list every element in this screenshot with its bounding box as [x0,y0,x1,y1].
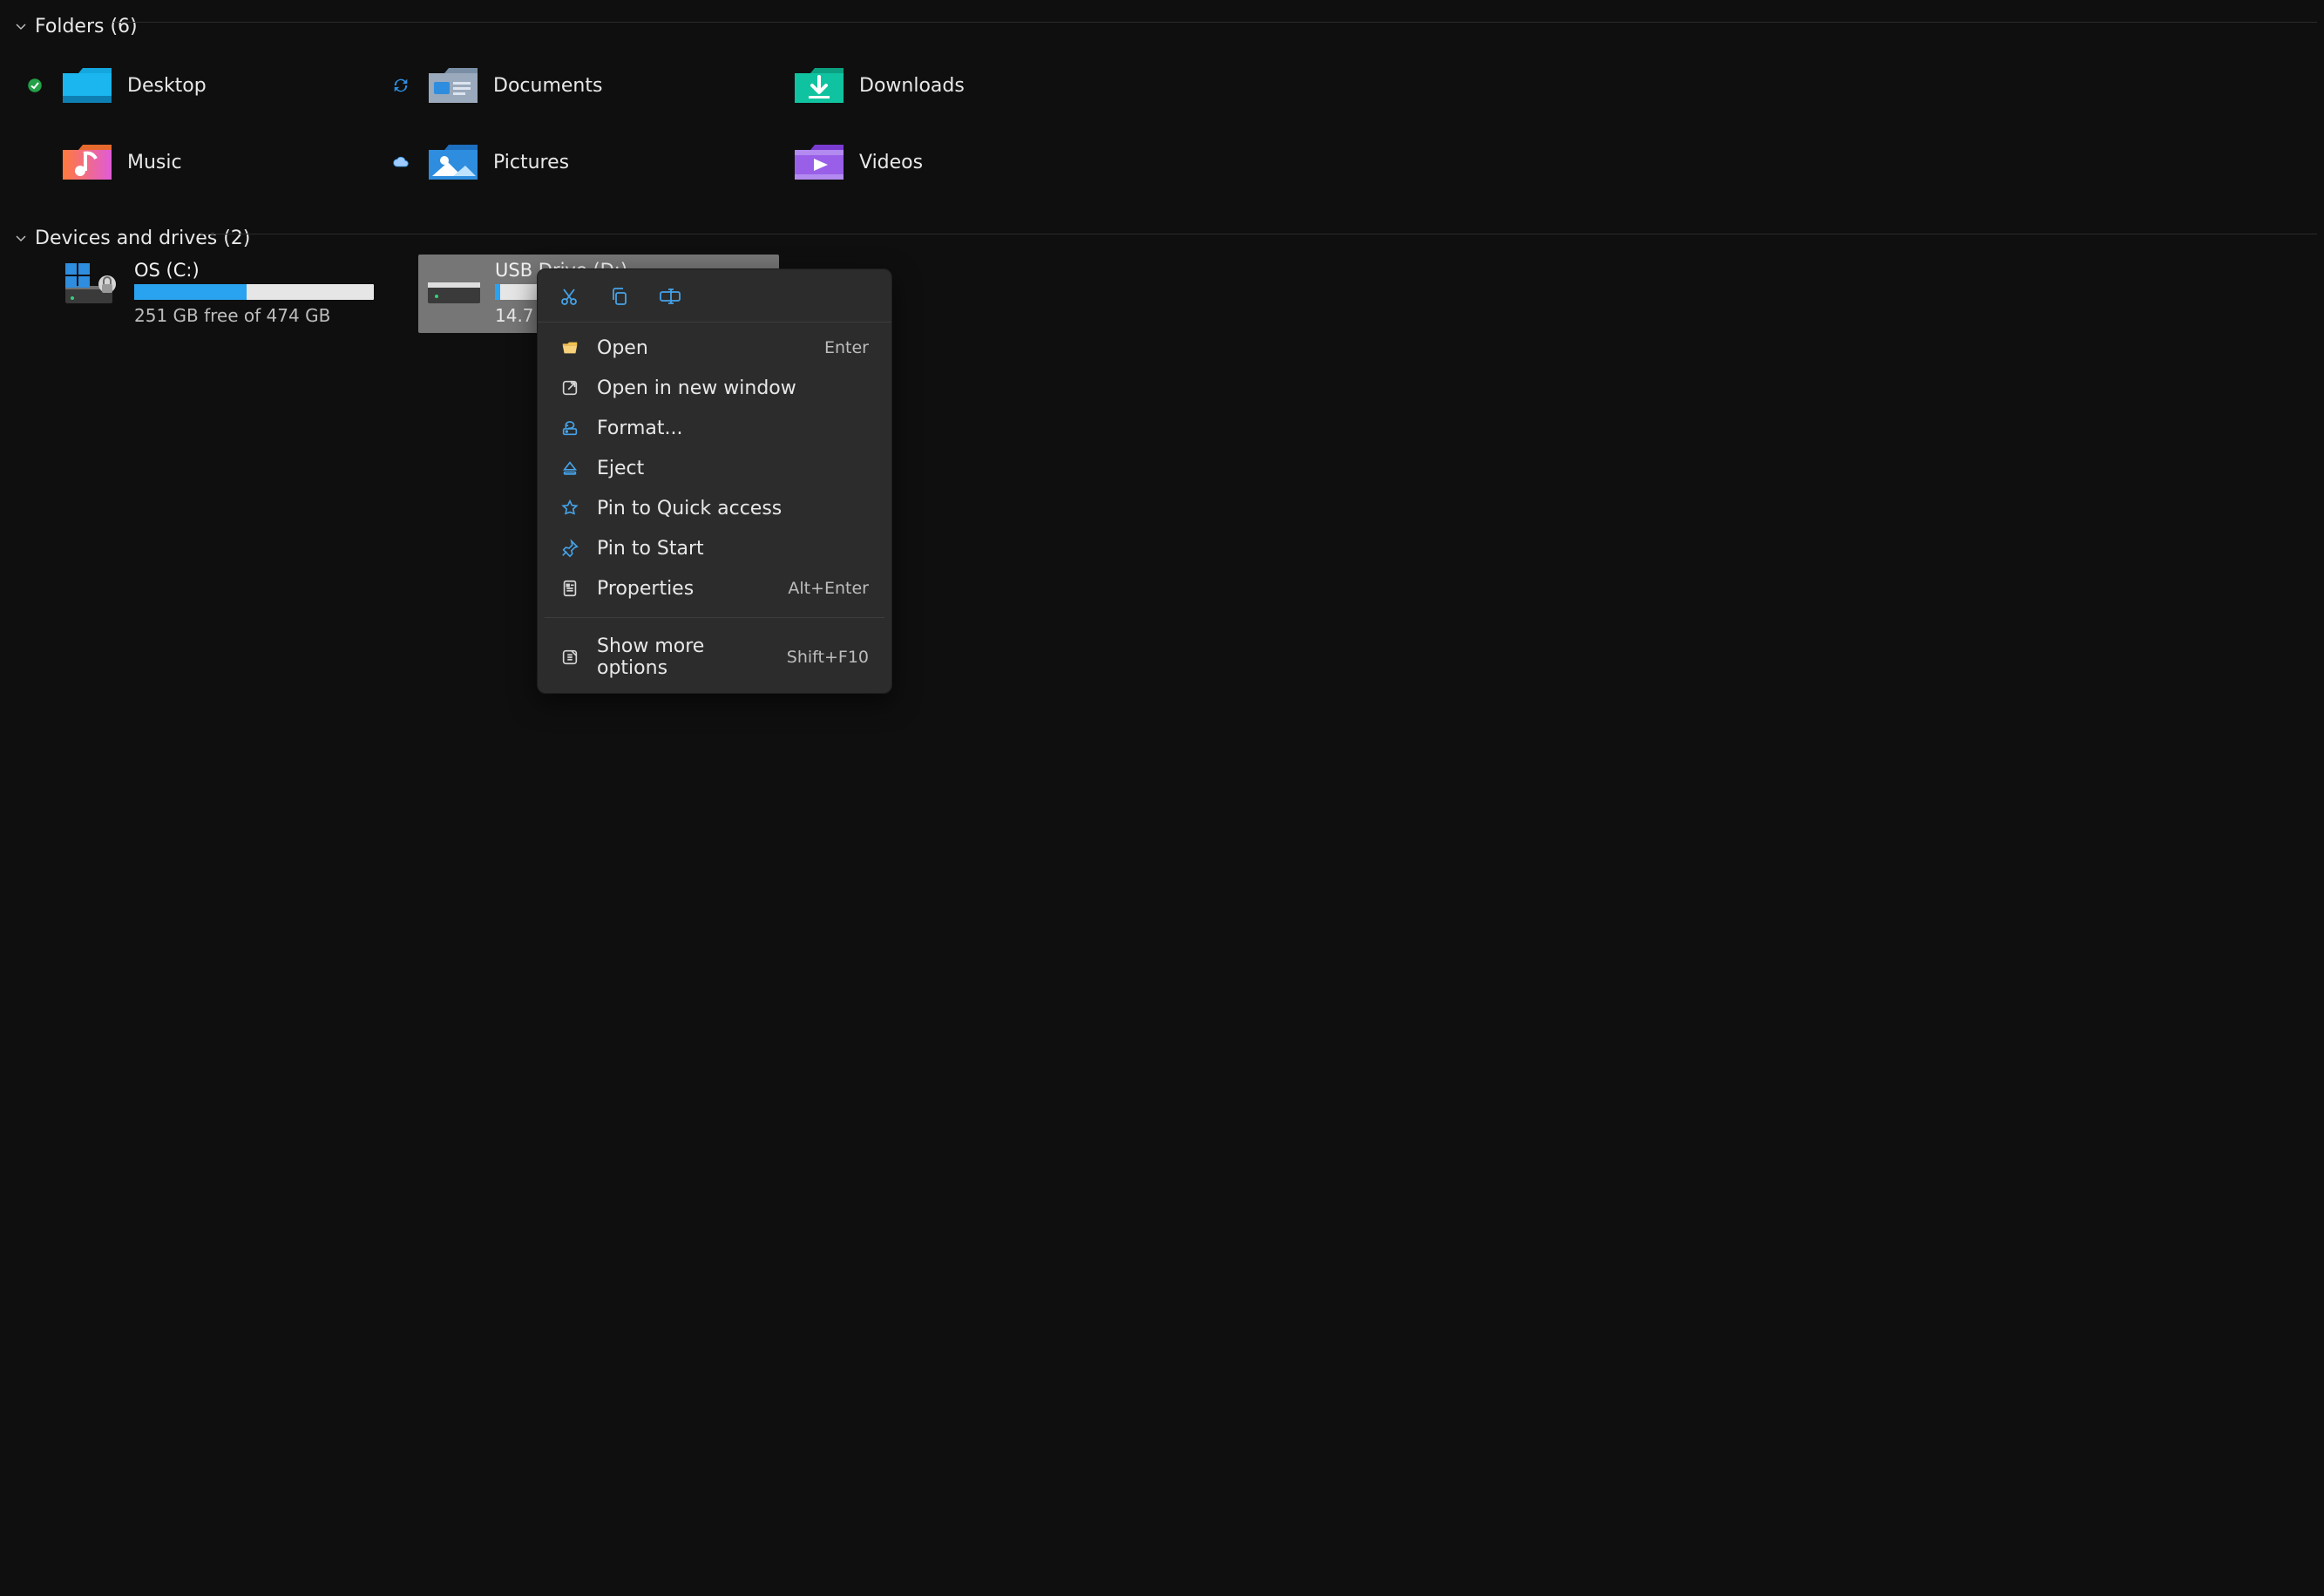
section-title: Folders (6) [35,16,138,37]
drive-title: OS (C:) [134,260,408,281]
music-folder-icon [61,140,113,184]
section-header-drives[interactable]: Devices and drives (2) [0,212,2324,255]
pictures-folder-icon [427,140,479,184]
cut-button[interactable] [553,282,585,311]
folder-label: Downloads [859,75,965,97]
context-menu-iconbar [538,269,891,323]
menu-label: Show more options [597,635,771,679]
folder-item-videos[interactable]: Videos [751,139,1117,186]
pin-icon [559,537,581,560]
menu-accel: Enter [824,338,869,357]
chevron-down-icon [16,234,26,244]
menu-item-properties[interactable]: Properties Alt+Enter [545,568,884,608]
rename-button[interactable] [654,282,686,311]
copy-button[interactable] [604,282,635,311]
section-title: Devices and drives (2) [35,228,250,249]
menu-item-format[interactable]: Format... [545,408,884,448]
menu-label: Open in new window [597,377,853,399]
folder-item-desktop[interactable]: Desktop [19,62,385,109]
folder-label: Music [127,152,182,173]
star-icon [559,497,581,520]
folder-label: Videos [859,152,923,173]
documents-folder-icon [427,64,479,107]
drives-row: OS (C:) 251 GB free of 474 GB USB Drive … [0,255,2324,333]
drive-item-c[interactable]: OS (C:) 251 GB free of 474 GB [58,255,418,333]
capacity-bar [134,284,374,300]
folder-label: Desktop [127,75,207,97]
menu-label: Open [597,337,809,359]
syncing-icon [391,76,410,95]
menu-accel: Alt+Enter [788,579,869,598]
menu-label: Eject [597,458,853,479]
divider [113,22,2317,23]
menu-item-show-more-options[interactable]: Show more options Shift+F10 [545,627,884,688]
menu-label: Properties [597,578,772,600]
menu-item-pin-quick-access[interactable]: Pin to Quick access [545,488,884,528]
folder-item-documents[interactable]: Documents [385,62,751,109]
divider [545,617,884,618]
folder-label: Documents [493,75,602,97]
format-drive-icon [559,417,581,439]
folder-item-pictures[interactable]: Pictures [385,139,751,186]
folder-item-music[interactable]: Music [19,139,385,186]
menu-item-eject[interactable]: Eject [545,448,884,488]
eject-icon [559,457,581,479]
folder-label: Pictures [493,152,569,173]
drive-subtext: 251 GB free of 474 GB [134,305,408,326]
properties-icon [559,577,581,600]
usb-drive-icon [423,260,484,307]
cloud-icon [392,156,410,168]
folder-item-downloads[interactable]: Downloads [751,62,1117,109]
folder-open-icon [559,336,581,359]
menu-label: Format... [597,418,853,439]
menu-item-pin-to-start[interactable]: Pin to Start [545,528,884,568]
context-menu: Open Enter Open in new window Format... … [537,268,892,694]
menu-label: Pin to Quick access [597,498,853,520]
more-options-icon [559,646,581,669]
chevron-down-icon [16,22,26,32]
downloads-folder-icon [793,64,845,107]
section-header-folders[interactable]: Folders (6) [0,0,2324,43]
synced-check-icon [26,77,44,94]
open-external-icon [559,377,581,399]
os-drive-icon [63,260,124,307]
desktop-folder-icon [61,64,113,107]
menu-accel: Shift+F10 [787,648,869,667]
menu-label: Pin to Start [597,538,853,560]
videos-folder-icon [793,140,845,184]
menu-item-open[interactable]: Open Enter [545,328,884,368]
menu-item-open-new-window[interactable]: Open in new window [545,368,884,408]
folders-grid: Desktop Documents Downloads Music [0,43,2324,212]
